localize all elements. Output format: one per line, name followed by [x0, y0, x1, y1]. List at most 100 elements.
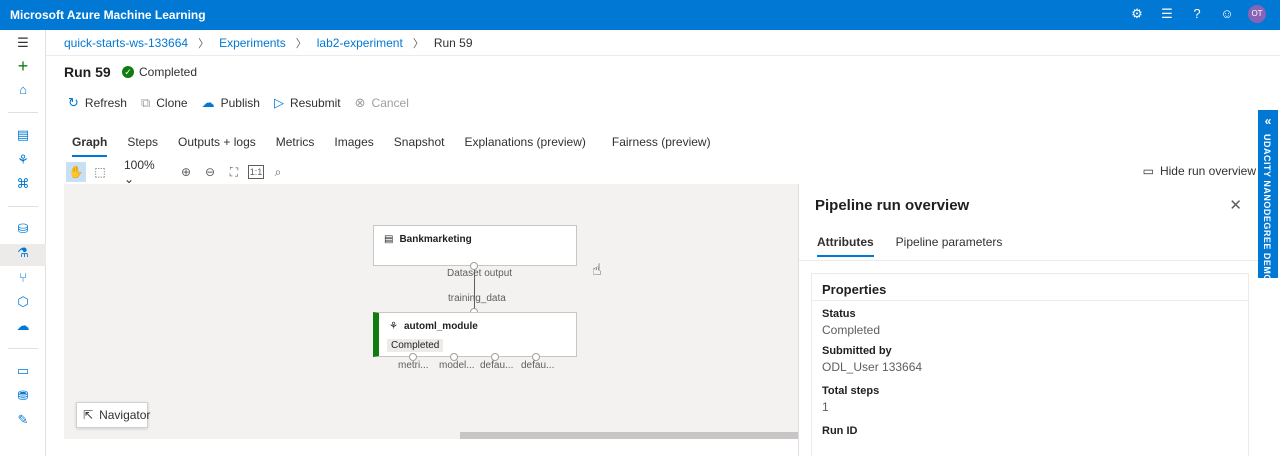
help-icon[interactable]: ? [1188, 5, 1206, 23]
hand-cursor-icon: ☝ [592, 262, 602, 279]
dataset-node-label: Bankmarketing [399, 234, 472, 245]
avatar[interactable]: OT [1248, 5, 1266, 23]
property-value: ODL_User 133664 [822, 360, 923, 374]
fit-to-screen-icon[interactable]: ⛶ [224, 162, 244, 182]
automl-node-title: ⚘ automl_module [389, 321, 478, 332]
cancel-button[interactable]: ⊗ Cancel [355, 95, 409, 111]
tab-pipeline-parameters[interactable]: Pipeline parameters [896, 235, 1003, 257]
compute-monitor-icon[interactable]: ▭ [14, 362, 32, 380]
property-key: Total steps [822, 385, 880, 397]
experiments-flask-icon[interactable]: ⚗ [0, 244, 46, 266]
zoom-in-icon[interactable]: ⊕ [176, 162, 196, 182]
properties-title: Properties [822, 282, 887, 297]
udacity-side-banner[interactable]: « UDACITY NANODEGREE DEMO [1258, 110, 1278, 282]
command-bar: ↻ Refresh ⧉ Clone ☁ Publish ▷ Resubmit ⊗… [68, 95, 409, 111]
node-status-badge: Completed [387, 339, 444, 352]
breadcrumb-experiments[interactable]: Experiments [219, 36, 286, 50]
publish-label: Publish [220, 96, 260, 110]
navigator-icon: ⇱ [83, 408, 94, 422]
breadcrumb-current: Run 59 [433, 36, 473, 50]
hamburger-menu-icon[interactable]: ☰ [14, 34, 32, 52]
properties-card: Properties Status Completed Submitted by… [811, 273, 1249, 456]
zoom-out-icon[interactable]: ⊖ [200, 162, 220, 182]
zoom-dropdown[interactable]: 100% ⌄ [124, 158, 166, 186]
search-icon[interactable]: ⌕ [268, 162, 288, 182]
resubmit-label: Resubmit [289, 96, 341, 110]
top-bar: Microsoft Azure Machine Learning ⚙ ☰ ? ☺… [0, 0, 1280, 30]
zoom-value: 100% [124, 158, 155, 172]
actual-size-icon[interactable]: 1:1 [248, 165, 264, 179]
tab-attributes[interactable]: Attributes [817, 235, 874, 257]
panel-title: Pipeline run overview [815, 197, 970, 214]
cancel-icon: ⊗ [354, 95, 366, 110]
automated-ml-icon[interactable]: ⚘ [14, 151, 32, 169]
page-title: Run 59 [64, 64, 111, 80]
tab-snapshot[interactable]: Snapshot [394, 135, 445, 157]
breadcrumb-workspace[interactable]: quick-starts-ws-133664 [64, 36, 188, 50]
automl-icon: ⚘ [389, 321, 398, 332]
tab-fairness[interactable]: Fairness (preview) [612, 135, 711, 157]
tab-steps[interactable]: Steps [127, 135, 158, 157]
designer-icon[interactable]: ⌘ [14, 175, 32, 193]
properties-divider [812, 300, 1248, 301]
navigator-button[interactable]: ⇱ Navigator [76, 402, 150, 428]
select-icon[interactable]: ⬚ [90, 162, 110, 182]
clone-button[interactable]: ⧉ Clone [141, 95, 188, 111]
port-label: metri... [398, 360, 429, 371]
edge-input-label: training_data [448, 293, 506, 304]
tab-metrics[interactable]: Metrics [276, 135, 315, 157]
automl-node-label: automl_module [403, 321, 478, 332]
dataset-node[interactable]: ▤ Bankmarketing [373, 225, 577, 266]
datasets-icon[interactable]: ⛁ [14, 220, 32, 238]
property-value: 1 [822, 400, 829, 414]
port-label: model... [439, 360, 475, 371]
property-key: Status [822, 308, 856, 320]
panel-toggle-icon: ▭ [1142, 164, 1154, 178]
breadcrumb-divider [46, 55, 1280, 56]
hide-run-overview-button[interactable]: ▭ Hide run overview [1143, 164, 1256, 178]
settings-gear-icon[interactable]: ⚙ [1128, 5, 1146, 23]
refresh-button[interactable]: ↻ Refresh [68, 95, 127, 111]
port-label: defau... [521, 360, 555, 371]
pipeline-run-overview-panel: Pipeline run overview ✕ Attributes Pipel… [798, 184, 1261, 456]
close-icon[interactable]: ✕ [1229, 196, 1242, 214]
tab-explanations[interactable]: Explanations (preview) [465, 135, 586, 157]
home-icon[interactable]: ⌂ [14, 81, 32, 99]
nav-divider [8, 348, 38, 349]
tab-outputs-logs[interactable]: Outputs + logs [178, 135, 256, 157]
endpoints-cloud-icon[interactable]: ☁ [14, 317, 32, 335]
property-key: Run ID [822, 425, 858, 437]
property-value: Completed [822, 323, 881, 337]
horizontal-scrollbar[interactable] [460, 432, 798, 439]
datastores-icon[interactable]: ⛃ [14, 387, 32, 405]
models-cube-icon[interactable]: ⬡ [14, 293, 32, 311]
publish-button[interactable]: ☁ Publish [202, 95, 260, 111]
app-title[interactable]: Microsoft Azure Machine Learning [10, 8, 206, 22]
pan-hand-icon[interactable]: ✋ [66, 162, 86, 182]
notifications-icon[interactable]: ☰ [1158, 5, 1176, 23]
data-labeling-icon[interactable]: ✎ [14, 411, 32, 429]
left-nav: ☰ + ⌂ ▤ ⚘ ⌘ ⛁ ⚗ ⑂ ⬡ ☁ ▭ ⛃ ✎ [0, 30, 46, 456]
feedback-smiley-icon[interactable]: ☺ [1218, 5, 1236, 23]
breadcrumb-experiment[interactable]: lab2-experiment [317, 36, 403, 50]
tab-images[interactable]: Images [334, 135, 373, 157]
status-text: Completed [139, 65, 198, 79]
checkmark-icon: ✓ [122, 66, 134, 78]
publish-cloud-icon: ☁ [201, 95, 215, 110]
pipelines-icon[interactable]: ⑂ [14, 269, 32, 287]
chevron-right-icon: 〉 [295, 38, 307, 50]
panel-tab-divider [799, 260, 1261, 261]
tab-graph[interactable]: Graph [72, 135, 108, 157]
refresh-icon: ↻ [68, 95, 79, 110]
create-new-icon[interactable]: + [14, 57, 32, 75]
resubmit-button[interactable]: ▷ Resubmit [274, 95, 341, 111]
dataset-node-title: ▤ Bankmarketing [384, 234, 472, 245]
edge-output-label: Dataset output [447, 268, 513, 279]
chevron-right-icon: 〉 [412, 38, 424, 50]
refresh-label: Refresh [84, 96, 127, 110]
clone-label: Clone [156, 96, 188, 110]
automl-node[interactable]: ⚘ automl_module Completed [373, 312, 577, 357]
play-icon: ▷ [273, 95, 284, 110]
chevron-right-icon: 〉 [198, 38, 210, 50]
notebooks-icon[interactable]: ▤ [14, 126, 32, 144]
